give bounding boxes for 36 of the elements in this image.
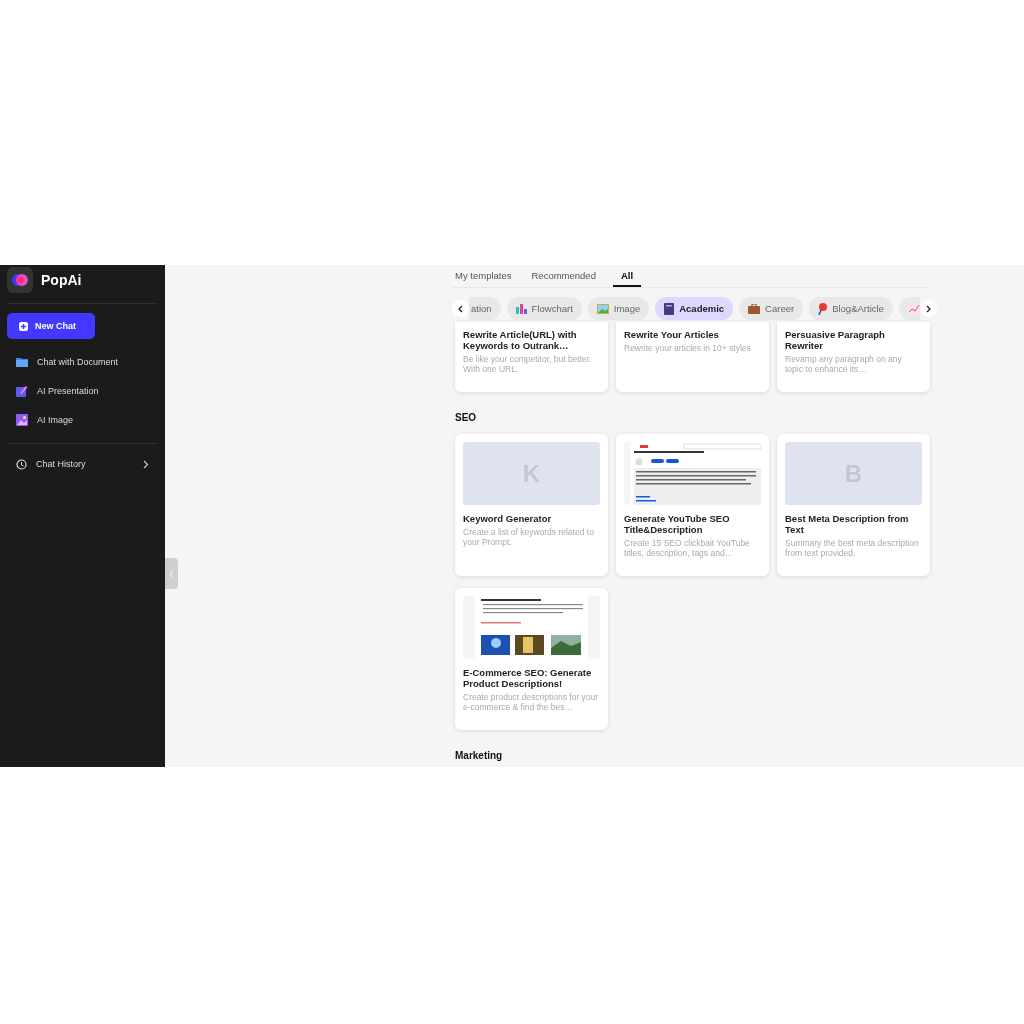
tab[interactable]: All xyxy=(612,265,642,287)
category-chip[interactable]: Academic xyxy=(655,297,734,320)
card-title: Rewrite Your Articles xyxy=(624,329,720,340)
card-description: Summary the best meta description from text provided. xyxy=(785,538,920,558)
new-chat-button[interactable]: New Chat xyxy=(7,313,95,339)
category-chip[interactable]: Blog&Article xyxy=(809,297,893,320)
card-description: Create product descriptions for your e-commerce & find the bes… xyxy=(463,692,600,712)
template-card[interactable]: E-Commerce SEO: Generate Product Descriptions! Create product descriptions for your e-commerce & find the bes… xyxy=(455,588,608,730)
tab[interactable]: Recommended xyxy=(528,265,596,287)
card-description: Revamp any paragraph on any topic to enhance its… xyxy=(785,354,903,374)
category-chip[interactable]: Career xyxy=(739,297,804,320)
tab[interactable]: My templates xyxy=(452,265,512,287)
sidebar-item[interactable]: AI Presentation xyxy=(0,376,165,405)
card-title: Best Meta Description from Text xyxy=(785,513,910,535)
template-card[interactable]: Rewrite Article(URL) with Keywords to Outrank… Be like your competitor, but better. With one URL. xyxy=(455,322,608,392)
category-chip[interactable]: Flowchart xyxy=(506,297,582,320)
card-description: Create a list of keywords related to your Prompt. xyxy=(463,527,595,547)
section-heading: Marketing xyxy=(455,750,504,761)
category-chip[interactable]: Image xyxy=(587,297,650,320)
card-description: Rewrite your articles in 10+ styles xyxy=(624,343,752,353)
card-title: Persuasive Paragraph Rewriter xyxy=(785,329,886,351)
brand-name: PopAi xyxy=(41,272,82,288)
chat-history-item[interactable]: Chat History xyxy=(0,453,165,475)
category-chip[interactable]: ation xyxy=(469,297,501,320)
template-card[interactable]: Persuasive Paragraph Rewriter Revamp any paragraph on any topic to enhance its… xyxy=(777,322,930,392)
section-heading: SEO xyxy=(455,412,478,423)
card-description: Be like your competitor, but better. With one URL. xyxy=(463,354,593,374)
card-title: Keyword Generator xyxy=(463,513,553,524)
template-card[interactable]: Rewrite Your Articles Rewrite your articles in 10+ styles xyxy=(616,322,769,392)
card-title: E-Commerce SEO: Generate Product Descriptions! xyxy=(463,667,593,689)
card-title: Rewrite Article(URL) with Keywords to Outrank… xyxy=(463,329,578,351)
sidebar-item[interactable]: AI Image xyxy=(0,405,165,434)
sidebar-item[interactable]: Chat with Document xyxy=(0,347,165,376)
card-description: Create 15 SEO clickbait YouTube titles, description, tags and… xyxy=(624,538,751,558)
card-title: Generate YouTube SEO Title&Description xyxy=(624,513,731,535)
template-card[interactable]: Generate YouTube SEO Title&Description Create 15 SEO clickbait YouTube titles, description, tags and… xyxy=(616,434,769,576)
